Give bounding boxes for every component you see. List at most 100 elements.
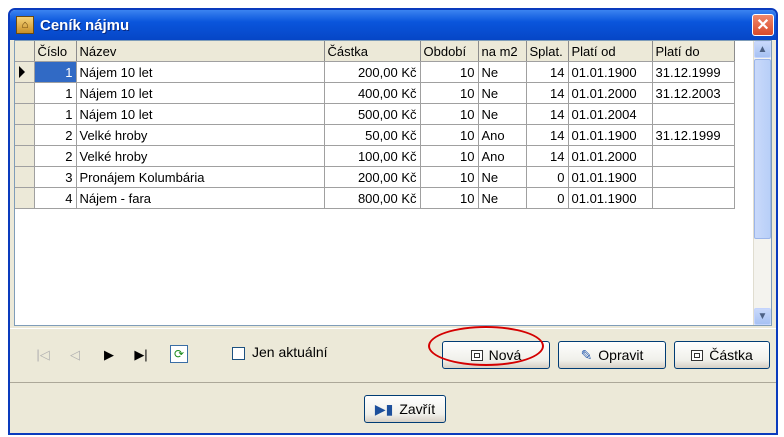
column-header-plati-od[interactable]: Platí od [568, 41, 653, 62]
cell-splat[interactable]: 14 [526, 82, 569, 104]
cell-cislo[interactable]: 3 [34, 166, 77, 188]
close-app-button[interactable]: ▶▮ Zavřít [364, 395, 446, 423]
row-indicator[interactable] [15, 187, 35, 209]
cell-castka[interactable]: 200,00 Kč [324, 166, 421, 188]
amount-button-label: Částka [709, 347, 753, 363]
scroll-down-icon[interactable]: ▼ [754, 308, 771, 325]
table-row[interactable]: 3 Pronájem Kolumbária 200,00 Kč 10 Ne 0 01.01.… [15, 166, 735, 188]
refresh-icon[interactable]: ⟳ [170, 345, 188, 363]
cell-plati-do[interactable] [652, 145, 735, 167]
row-indicator[interactable] [15, 82, 35, 104]
cell-obdobi[interactable]: 10 [420, 124, 479, 146]
table-row[interactable]: 4 Nájem - fara 800,00 Kč 10 Ne 0 01.01.1900 [15, 187, 735, 209]
column-header-splat[interactable]: Splat. [526, 41, 569, 62]
row-indicator[interactable] [15, 145, 35, 167]
cell-obdobi[interactable]: 10 [420, 103, 479, 125]
cell-nazev[interactable]: Nájem - fara [76, 187, 325, 209]
cell-na-m2[interactable]: Ano [478, 124, 527, 146]
cell-na-m2[interactable]: Ne [478, 166, 527, 188]
cell-na-m2[interactable]: Ne [478, 61, 527, 83]
cell-castka[interactable]: 400,00 Kč [324, 82, 421, 104]
cell-splat[interactable]: 0 [526, 166, 569, 188]
cell-na-m2[interactable]: Ne [478, 187, 527, 209]
table-row[interactable]: 1 Nájem 10 let 400,00 Kč 10 Ne 14 01.01.2000 31… [15, 82, 735, 104]
amount-button[interactable]: Částka [674, 341, 770, 369]
column-header-castka[interactable]: Částka [324, 41, 421, 62]
cell-plati-od[interactable]: 01.01.2000 [568, 145, 653, 167]
scroll-thumb[interactable] [754, 59, 771, 239]
rent-price-window: ⌂ Ceník nájmu ✕ Číslo Název Částka Obdob… [8, 8, 778, 435]
cell-plati-od[interactable]: 01.01.2004 [568, 103, 653, 125]
cell-nazev[interactable]: Nájem 10 let [76, 82, 325, 104]
cell-cislo[interactable]: 2 [34, 145, 77, 167]
cell-obdobi[interactable]: 10 [420, 145, 479, 167]
cell-obdobi[interactable]: 10 [420, 187, 479, 209]
cell-castka[interactable]: 500,00 Kč [324, 103, 421, 125]
close-window-button[interactable]: ✕ [752, 14, 774, 36]
cell-obdobi[interactable]: 10 [420, 166, 479, 188]
column-header-na-m2[interactable]: na m2 [478, 41, 527, 62]
cell-castka[interactable]: 100,00 Kč [324, 145, 421, 167]
cell-plati-do[interactable] [652, 103, 735, 125]
cell-splat[interactable]: 0 [526, 187, 569, 209]
table-row[interactable]: 1 Nájem 10 let 500,00 Kč 10 Ne 14 01.01.2004 [15, 103, 735, 125]
current-row-arrow-icon [19, 66, 25, 78]
cell-nazev[interactable]: Nájem 10 let [76, 61, 325, 83]
cell-na-m2[interactable]: Ano [478, 145, 527, 167]
cell-plati-do[interactable] [652, 166, 735, 188]
new-button-label: Nová [488, 347, 522, 363]
table-row[interactable]: 2 Velké hroby 50,00 Kč 10 Ano 14 01.01.1900 31.… [15, 124, 735, 146]
vertical-scrollbar[interactable]: ▲ ▼ [753, 41, 771, 325]
cell-splat[interactable]: 14 [526, 145, 569, 167]
title-bar[interactable]: ⌂ Ceník nájmu ✕ [10, 10, 776, 40]
cell-obdobi[interactable]: 10 [420, 61, 479, 83]
cell-cislo[interactable]: 1 [34, 103, 77, 125]
cell-plati-od[interactable]: 01.01.1900 [568, 187, 653, 209]
new-icon [470, 349, 483, 361]
cell-nazev[interactable]: Pronájem Kolumbária [76, 166, 325, 188]
column-header-plati-do[interactable]: Platí do [652, 41, 735, 62]
column-header-nazev[interactable]: Název [76, 41, 325, 62]
cell-castka[interactable]: 200,00 Kč [324, 61, 421, 83]
column-header-obdobi[interactable]: Období [420, 41, 479, 62]
cell-plati-od[interactable]: 01.01.1900 [568, 124, 653, 146]
cell-cislo[interactable]: 4 [34, 187, 77, 209]
table-row[interactable]: 2 Velké hroby 100,00 Kč 10 Ano 14 01.01.2000 [15, 145, 735, 167]
row-indicator[interactable] [15, 103, 35, 125]
row-indicator[interactable] [15, 166, 35, 188]
cell-castka[interactable]: 800,00 Kč [324, 187, 421, 209]
cell-nazev[interactable]: Velké hroby [76, 145, 325, 167]
price-grid[interactable]: Číslo Název Částka Období na m2 Splat. P… [14, 40, 772, 326]
first-icon[interactable]: |◁ [34, 347, 52, 363]
cell-nazev[interactable]: Velké hroby [76, 124, 325, 146]
only-current-checkbox[interactable] [232, 347, 245, 360]
cell-plati-do[interactable]: 31.12.2003 [652, 82, 735, 104]
cell-plati-od[interactable]: 01.01.1900 [568, 166, 653, 188]
cell-cislo[interactable]: 1 [34, 82, 77, 104]
cell-nazev[interactable]: Nájem 10 let [76, 103, 325, 125]
cell-plati-do[interactable] [652, 187, 735, 209]
cell-plati-do[interactable]: 31.12.1999 [652, 124, 735, 146]
cell-cislo[interactable]: 2 [34, 124, 77, 146]
cell-na-m2[interactable]: Ne [478, 103, 527, 125]
cell-obdobi[interactable]: 10 [420, 82, 479, 104]
cell-plati-od[interactable]: 01.01.1900 [568, 61, 653, 83]
edit-button[interactable]: ✎ Opravit [558, 341, 666, 369]
next-icon[interactable]: ▶ [100, 347, 118, 363]
cell-plati-od[interactable]: 01.01.2000 [568, 82, 653, 104]
last-icon[interactable]: ▶| [132, 347, 150, 363]
new-button[interactable]: Nová [442, 341, 550, 369]
table-row[interactable]: 1 Nájem 10 let 200,00 Kč 10 Ne 14 01.01.1900 31… [15, 61, 735, 83]
column-header-cislo[interactable]: Číslo [34, 41, 77, 62]
cell-na-m2[interactable]: Ne [478, 82, 527, 104]
cell-plati-do[interactable]: 31.12.1999 [652, 61, 735, 83]
cell-splat[interactable]: 14 [526, 103, 569, 125]
cell-splat[interactable]: 14 [526, 61, 569, 83]
cell-castka[interactable]: 50,00 Kč [324, 124, 421, 146]
scroll-up-icon[interactable]: ▲ [754, 41, 771, 58]
row-indicator[interactable] [15, 61, 35, 83]
row-indicator[interactable] [15, 124, 35, 146]
cell-cislo[interactable]: 1 [34, 61, 77, 83]
cell-splat[interactable]: 14 [526, 124, 569, 146]
prev-icon[interactable]: ◁ [66, 347, 84, 363]
